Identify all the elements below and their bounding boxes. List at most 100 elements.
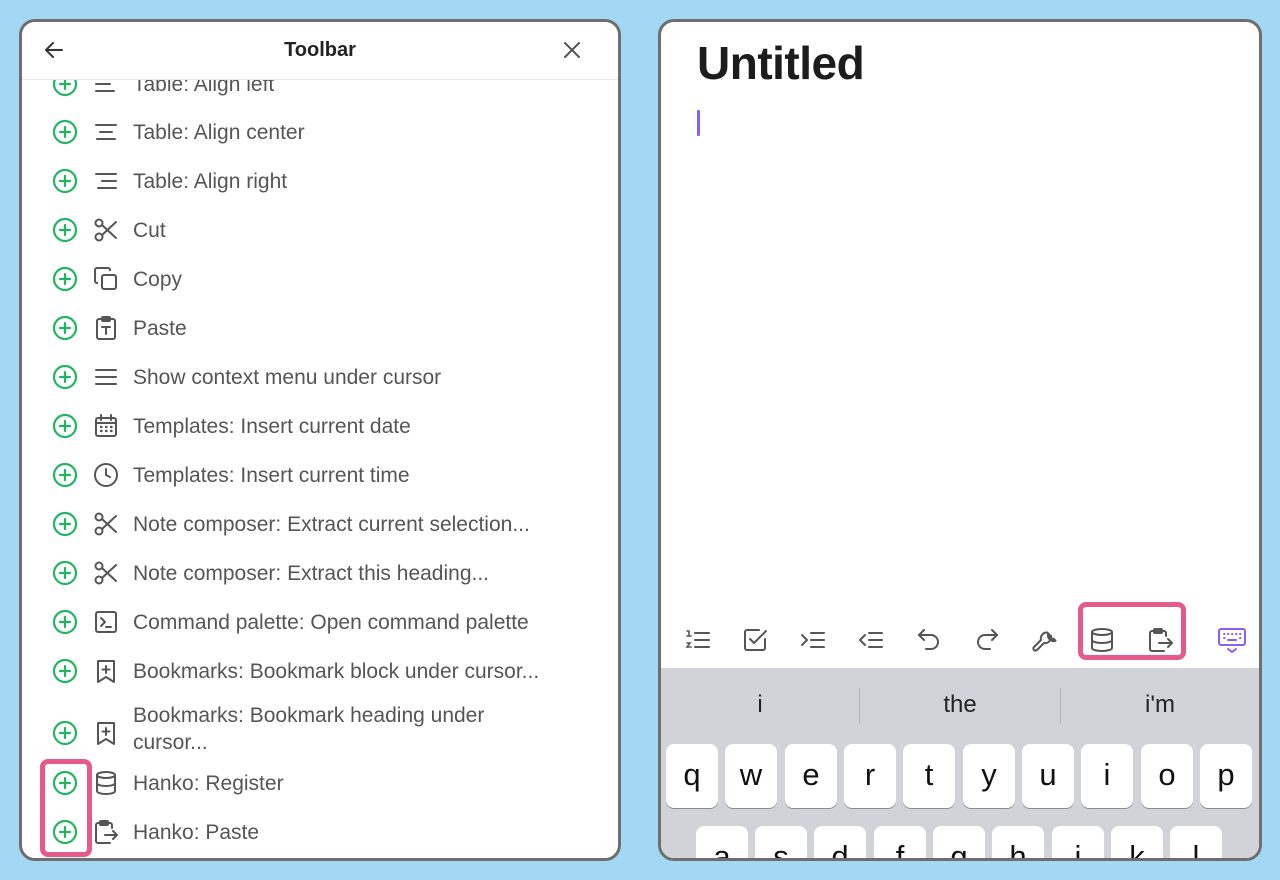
checkbox-icon[interactable] (741, 626, 769, 654)
close-icon[interactable] (560, 38, 584, 62)
align-center-icon (93, 119, 119, 145)
toolbar-settings-panel: Toolbar Table: Align left Table: Align c… (19, 19, 621, 861)
list-item[interactable]: Table: Align center (22, 112, 618, 152)
suggestion-divider (859, 688, 860, 724)
list-item[interactable]: Note composer: Extract current selection… (22, 504, 618, 544)
key-e[interactable]: e (785, 744, 837, 808)
add-circle-icon[interactable] (52, 560, 78, 586)
item-label: Hanko: Paste (133, 821, 260, 844)
item-label: Templates: Insert current time (133, 464, 410, 487)
add-circle-icon[interactable] (52, 217, 78, 243)
item-label: Show context menu under cursor (133, 366, 442, 389)
key-j[interactable]: j (1052, 826, 1104, 858)
database-icon (93, 770, 119, 796)
suggestion-3[interactable]: i'm (1061, 668, 1259, 734)
align-right-icon (93, 168, 119, 194)
keyboard-hide-icon[interactable] (1217, 626, 1247, 654)
add-circle-icon[interactable] (52, 364, 78, 390)
item-label: Note composer: Extract this heading... (133, 562, 490, 585)
key-u[interactable]: u (1022, 744, 1074, 808)
key-f[interactable]: f (874, 826, 926, 858)
add-circle-icon[interactable] (52, 658, 78, 684)
key-y[interactable]: y (963, 744, 1015, 808)
scissors-icon (93, 560, 119, 586)
add-circle-icon[interactable] (52, 315, 78, 341)
list-item[interactable]: Templates: Insert current time (22, 455, 618, 495)
virtual-keyboard: i the i'm q w e r t y u i o p a s d f g … (661, 668, 1259, 858)
key-a[interactable]: a (696, 826, 748, 858)
key-s[interactable]: s (755, 826, 807, 858)
terminal-icon (93, 609, 119, 635)
calendar-icon (93, 413, 119, 439)
clipboard-export-icon (93, 819, 119, 845)
key-k[interactable]: k (1111, 826, 1163, 858)
item-label: Cut (133, 219, 166, 242)
highlight-box (1078, 602, 1186, 660)
key-w[interactable]: w (725, 744, 777, 808)
item-label: Templates: Insert current date (133, 415, 411, 438)
add-circle-icon[interactable] (52, 720, 78, 746)
item-label: Command palette: Open command palette (133, 611, 529, 634)
scissors-icon (93, 217, 119, 243)
redo-icon[interactable] (973, 626, 1001, 654)
mobile-toolbar (661, 602, 1259, 668)
list-item[interactable]: Paste (22, 308, 618, 348)
list-item[interactable]: Bookmarks: Bookmark block under cursor..… (22, 651, 618, 691)
item-label: Paste (133, 317, 187, 340)
list-item[interactable]: Templates: Insert current date (22, 406, 618, 446)
list-item[interactable]: Hanko: Register (22, 763, 618, 803)
indent-icon[interactable] (799, 626, 827, 654)
item-label: Copy (133, 268, 183, 291)
add-circle-icon[interactable] (52, 609, 78, 635)
list-item[interactable]: Cut (22, 210, 618, 250)
add-circle-icon[interactable] (52, 119, 78, 145)
key-h[interactable]: h (992, 826, 1044, 858)
item-label: Table: Align right (133, 170, 288, 193)
clock-icon (93, 462, 119, 488)
wrench-icon[interactable] (1031, 626, 1059, 654)
panel-header: Toolbar (22, 22, 618, 80)
item-label: Bookmarks: Bookmark block under cursor..… (133, 660, 540, 683)
key-o[interactable]: o (1141, 744, 1193, 808)
menu-icon (93, 364, 119, 390)
list-item[interactable]: Command palette: Open command palette (22, 602, 618, 642)
add-circle-icon[interactable] (52, 266, 78, 292)
add-circle-icon[interactable] (52, 511, 78, 537)
item-label: Table: Align left (133, 80, 275, 96)
key-l[interactable]: l (1170, 826, 1222, 858)
command-list: Table: Align left Table: Align center Ta… (22, 80, 618, 858)
list-item[interactable]: Hanko: Paste (22, 812, 618, 852)
list-item[interactable]: Table: Align left (22, 80, 618, 104)
note-title[interactable]: Untitled (697, 36, 865, 90)
copy-icon (93, 266, 119, 292)
key-i[interactable]: i (1081, 744, 1133, 808)
key-t[interactable]: t (903, 744, 955, 808)
highlight-box (40, 759, 92, 857)
add-circle-icon[interactable] (52, 80, 78, 97)
key-p[interactable]: p (1200, 744, 1252, 808)
list-item[interactable]: Copy (22, 259, 618, 299)
add-circle-icon[interactable] (52, 413, 78, 439)
panel-title: Toolbar (284, 39, 356, 61)
scissors-icon (93, 511, 119, 537)
outdent-icon[interactable] (857, 626, 885, 654)
suggestion-1[interactable]: i (661, 668, 859, 734)
list-item[interactable]: Note composer: Extract this heading... (22, 553, 618, 593)
key-q[interactable]: q (666, 744, 718, 808)
add-circle-icon[interactable] (52, 168, 78, 194)
undo-icon[interactable] (915, 626, 943, 654)
suggestion-2[interactable]: the (861, 668, 1059, 734)
text-cursor (697, 110, 700, 136)
key-r[interactable]: r (844, 744, 896, 808)
list-item[interactable]: Bookmarks: Bookmark heading under cursor… (22, 702, 618, 764)
item-label: Note composer: Extract current selection… (133, 513, 530, 536)
numbered-list-icon[interactable] (684, 626, 712, 654)
item-label: Bookmarks: Bookmark heading under cursor… (133, 704, 485, 754)
bookmark-plus-icon (93, 658, 119, 684)
list-item[interactable]: Show context menu under cursor (22, 357, 618, 397)
list-item[interactable]: Table: Align right (22, 161, 618, 201)
item-label: Table: Align center (133, 121, 305, 144)
key-g[interactable]: g (933, 826, 985, 858)
key-d[interactable]: d (814, 826, 866, 858)
add-circle-icon[interactable] (52, 462, 78, 488)
